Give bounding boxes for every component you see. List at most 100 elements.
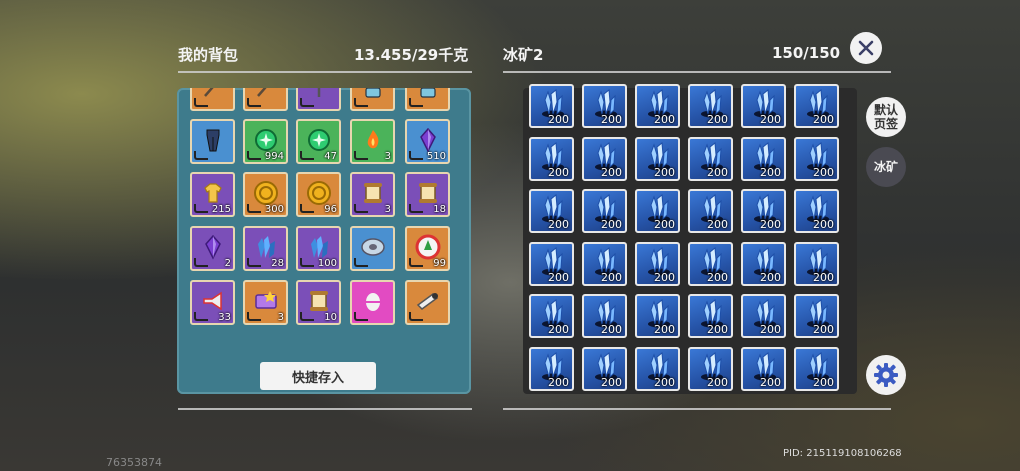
storage-slot[interactable]: 200 — [741, 241, 786, 286]
storage-slot[interactable]: 200 — [529, 136, 574, 181]
inventory-slot[interactable]: 3 — [350, 119, 395, 164]
storage-slot[interactable]: 200 — [582, 84, 627, 128]
inventory-slot[interactable]: 47 — [296, 119, 341, 164]
storage-slot[interactable]: 200 — [529, 294, 574, 338]
inventory-slot[interactable]: 10 — [296, 280, 341, 325]
inventory-slot[interactable]: 215 — [190, 172, 235, 217]
inventory-slot[interactable] — [350, 88, 395, 111]
inventory-slot[interactable] — [296, 88, 341, 111]
quick-store-button[interactable]: 快捷存入 — [260, 362, 376, 390]
storage-slot[interactable]: 200 — [688, 346, 733, 391]
backpack-grid[interactable]: 994 47 3 510 215 300 96 3 18 2 28 100 99 33 3 10 — [190, 88, 460, 356]
storage-slot[interactable]: 200 — [794, 189, 839, 233]
storage-slot[interactable]: 200 — [529, 346, 574, 391]
slot-corner-mark — [194, 312, 208, 321]
slot-corner-mark — [300, 151, 314, 160]
purple-gem-icon — [200, 234, 226, 260]
item-count: 200 — [813, 323, 834, 336]
slot-corner-mark — [194, 204, 208, 213]
storage-slot[interactable]: 200 — [582, 189, 627, 233]
item-count: 200 — [707, 323, 728, 336]
inventory-slot[interactable]: 3 — [350, 172, 395, 217]
storage-slot[interactable]: 200 — [794, 84, 839, 128]
storage-slot[interactable]: 200 — [635, 84, 680, 128]
inventory-slot[interactable]: 28 — [243, 226, 288, 271]
slot-corner-mark — [247, 258, 261, 267]
storage-slot[interactable]: 200 — [529, 84, 574, 128]
storage-slot[interactable]: 200 — [529, 241, 574, 286]
slot-corner-mark — [247, 151, 261, 160]
inventory-slot[interactable] — [190, 119, 235, 164]
inventory-slot[interactable]: 33 — [190, 280, 235, 325]
storage-slot[interactable]: 200 — [741, 346, 786, 391]
item-count: 3 — [277, 312, 284, 323]
item-count: 200 — [654, 270, 675, 284]
slot-corner-mark — [409, 204, 423, 213]
badge-icon — [415, 234, 441, 260]
storage-slot[interactable]: 200 — [635, 189, 680, 233]
inventory-slot[interactable]: 96 — [296, 172, 341, 217]
storage-slot[interactable]: 200 — [688, 189, 733, 233]
inventory-slot[interactable] — [190, 88, 235, 111]
slot-corner-mark — [409, 258, 423, 267]
inventory-slot[interactable]: 994 — [243, 119, 288, 164]
inventory-slot[interactable] — [350, 280, 395, 325]
storage-slot[interactable]: 200 — [794, 346, 839, 391]
item-count: 200 — [548, 165, 569, 179]
item-count: 33 — [218, 312, 231, 323]
storage-slot[interactable]: 200 — [741, 84, 786, 128]
storage-capacity: 150/150 — [772, 44, 841, 62]
inventory-slot[interactable] — [405, 88, 450, 111]
storage-slot[interactable]: 200 — [635, 294, 680, 338]
inventory-slot[interactable]: 99 — [405, 226, 450, 271]
item-count: 994 — [264, 151, 284, 162]
close-button[interactable] — [850, 32, 882, 64]
inventory-slot[interactable]: 3 — [243, 280, 288, 325]
storage-slot[interactable]: 200 — [741, 294, 786, 338]
inventory-slot[interactable]: 2 — [190, 226, 235, 271]
storage-slot[interactable]: 200 — [794, 294, 839, 338]
storage-slot[interactable]: 200 — [794, 136, 839, 181]
storage-slot[interactable]: 200 — [688, 241, 733, 286]
item-count: 200 — [707, 113, 728, 126]
inventory-slot[interactable]: 300 — [243, 172, 288, 217]
storage-slot[interactable]: 200 — [688, 84, 733, 128]
storage-slot[interactable]: 200 — [688, 294, 733, 338]
green-orb-icon — [253, 127, 279, 153]
storage-slot[interactable]: 200 — [741, 189, 786, 233]
inventory-slot[interactable] — [405, 280, 450, 325]
leggings-icon — [200, 127, 226, 153]
divider — [503, 71, 891, 73]
storage-slot[interactable]: 200 — [635, 346, 680, 391]
storage-slot[interactable]: 200 — [794, 241, 839, 286]
item-count: 200 — [760, 165, 781, 179]
storage-slot[interactable]: 200 — [635, 241, 680, 286]
slot-corner-mark — [354, 98, 368, 107]
item-count: 200 — [548, 323, 569, 336]
storage-grid[interactable]: 200 200 200 200 200 200 200 200 200 200 200 200 200 2… — [523, 84, 857, 394]
storage-slot[interactable]: 200 — [582, 294, 627, 338]
storage-slot[interactable]: 200 — [688, 136, 733, 181]
inventory-slot[interactable]: 510 — [405, 119, 450, 164]
inventory-slot[interactable]: 100 — [296, 226, 341, 271]
item-count: 200 — [601, 165, 622, 179]
storage-slot[interactable]: 200 — [635, 136, 680, 181]
storage-slot[interactable]: 200 — [529, 189, 574, 233]
inventory-slot[interactable]: 18 — [405, 172, 450, 217]
settings-button[interactable] — [866, 355, 906, 395]
inventory-slot[interactable] — [350, 226, 395, 271]
storage-slot[interactable]: 200 — [582, 346, 627, 391]
storage-slot[interactable]: 200 — [741, 136, 786, 181]
item-count: 200 — [707, 375, 728, 389]
gold-coin-skull-icon — [306, 180, 332, 206]
slot-corner-mark — [354, 151, 368, 160]
default-page-tab[interactable]: 默认 页签 — [866, 97, 906, 137]
slot-corner-mark — [247, 204, 261, 213]
slot-corner-mark — [300, 98, 314, 107]
inventory-slot[interactable] — [243, 88, 288, 111]
item-count: 200 — [760, 113, 781, 126]
storage-slot[interactable]: 200 — [582, 241, 627, 286]
storage-slot[interactable]: 200 — [582, 136, 627, 181]
ice-ore-tab[interactable]: 冰矿 — [866, 147, 906, 187]
megaphone-icon — [200, 288, 226, 314]
